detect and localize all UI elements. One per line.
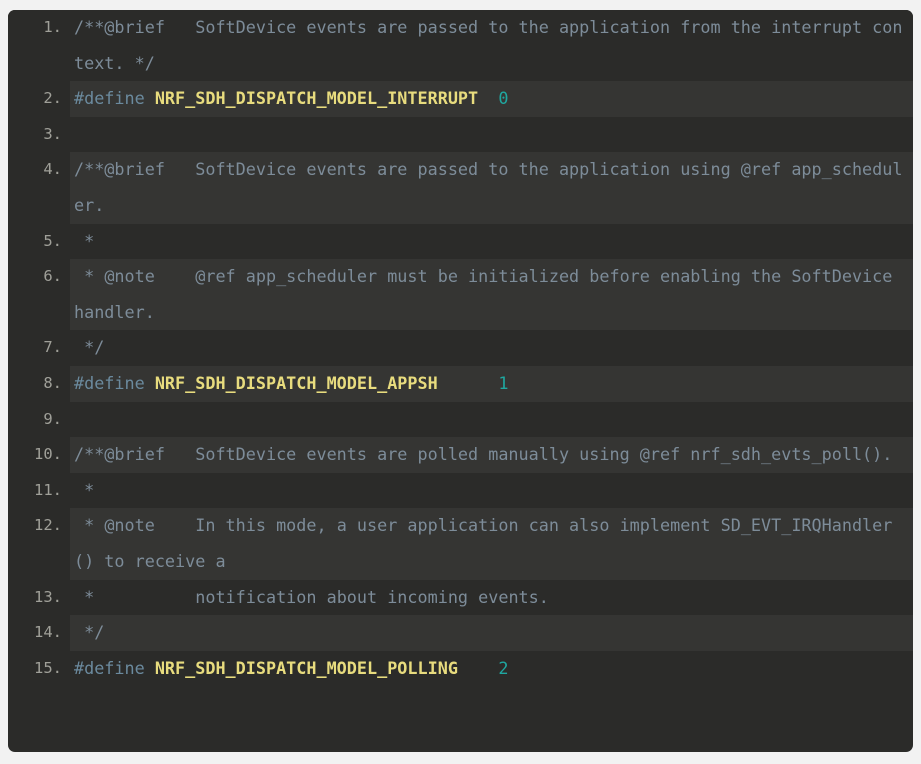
token-pre: #define	[74, 88, 155, 109]
line-number: 9.	[8, 401, 70, 438]
code-line-row: 3.	[8, 116, 913, 153]
line-number: 5.	[8, 223, 70, 260]
code-line-text[interactable]: * @note In this mode, a user application…	[70, 508, 913, 580]
code-listing: 1./**@brief SoftDevice events are passed…	[8, 10, 913, 687]
code-line-text[interactable]: /**@brief SoftDevice events are passed t…	[70, 10, 913, 82]
code-block[interactable]: 1./**@brief SoftDevice events are passed…	[8, 10, 913, 752]
line-number: 2.	[8, 81, 70, 117]
token-macro: NRF_SDH_DISPATCH_MODEL_INTERRUPT	[154, 88, 479, 109]
token-comment: /**@brief SoftDevice events are passed t…	[74, 159, 903, 215]
code-line-text[interactable]: * notification about incoming events.	[70, 579, 913, 616]
token-macro: NRF_SDH_DISPATCH_MODEL_POLLING	[154, 657, 458, 678]
line-number: 6.	[8, 259, 70, 331]
line-number: 11.	[8, 472, 70, 509]
code-line-text[interactable]: *	[70, 223, 913, 260]
token-pre: #define	[74, 657, 155, 678]
line-number: 4.	[8, 152, 70, 224]
line-number: 12.	[8, 508, 70, 580]
code-line-text[interactable]: #define NRF_SDH_DISPATCH_MODEL_APPSH 1	[70, 365, 913, 402]
code-line-row: 8. #define NRF_SDH_DISPATCH_MODEL_APPSH 1	[8, 365, 913, 402]
token-comment: /**@brief SoftDevice events are polled m…	[74, 444, 893, 465]
code-line-text[interactable]: #define NRF_SDH_DISPATCH_MODEL_INTERRUPT…	[70, 81, 913, 117]
code-line-row: 7. */	[8, 330, 913, 366]
token-pre: #define	[74, 372, 155, 393]
code-line-row: 5. *	[8, 223, 913, 260]
code-line-text[interactable]	[70, 401, 913, 438]
token-comment: *	[74, 479, 95, 500]
code-line-row: 14. */	[8, 615, 913, 651]
token-num: 0	[498, 88, 509, 109]
code-line-row: 2. #define NRF_SDH_DISPATCH_MODEL_INTERRU…	[8, 81, 913, 117]
code-line-row: 10./**@brief SoftDevice events are polle…	[8, 437, 913, 473]
line-number: 7.	[8, 330, 70, 366]
code-line-text[interactable]: * @note @ref app_scheduler must be initi…	[70, 259, 913, 331]
code-listing-body: 1./**@brief SoftDevice events are passed…	[8, 10, 913, 687]
code-line-text[interactable]: /**@brief SoftDevice events are polled m…	[70, 437, 913, 473]
token-comment: /**@brief SoftDevice events are passed t…	[74, 17, 903, 73]
token-comment: *	[74, 230, 95, 251]
line-number: 10.	[8, 437, 70, 473]
code-line-row: 9.	[8, 401, 913, 438]
token-num: 1	[498, 372, 509, 393]
code-line-row: 15. #define NRF_SDH_DISPATCH_MODEL_POLLIN…	[8, 650, 913, 687]
token-comment: * notification about incoming events.	[74, 586, 549, 607]
token-macro: NRF_SDH_DISPATCH_MODEL_APPSH	[154, 372, 438, 393]
line-number: 13.	[8, 579, 70, 616]
code-line-row: 4./**@brief SoftDevice events are passed…	[8, 152, 913, 224]
code-line-text[interactable]: */	[70, 330, 913, 366]
token-comment: */	[74, 622, 105, 643]
code-line-text[interactable]: /**@brief SoftDevice events are passed t…	[70, 152, 913, 224]
line-number: 1.	[8, 10, 70, 82]
code-line-row: 12. * @note In this mode, a user applica…	[8, 508, 913, 580]
code-line-text[interactable]: */	[70, 615, 913, 651]
line-number: 15.	[8, 650, 70, 687]
code-line-text[interactable]: *	[70, 472, 913, 509]
token-comment: * @note In this mode, a user application…	[74, 515, 893, 571]
token-num: 2	[498, 657, 509, 678]
code-line-row: 13. * notification about incoming events…	[8, 579, 913, 616]
line-number: 8.	[8, 365, 70, 402]
code-line-row: 1./**@brief SoftDevice events are passed…	[8, 10, 913, 82]
token-comment: * @note @ref app_scheduler must be initi…	[74, 266, 903, 322]
line-number: 3.	[8, 116, 70, 153]
line-number: 14.	[8, 615, 70, 651]
code-line-row: 11. *	[8, 472, 913, 509]
code-line-text[interactable]	[70, 116, 913, 153]
code-line-row: 6. * @note @ref app_scheduler must be in…	[8, 259, 913, 331]
code-line-text[interactable]: #define NRF_SDH_DISPATCH_MODEL_POLLING 2	[70, 650, 913, 687]
token-comment: */	[74, 337, 105, 358]
